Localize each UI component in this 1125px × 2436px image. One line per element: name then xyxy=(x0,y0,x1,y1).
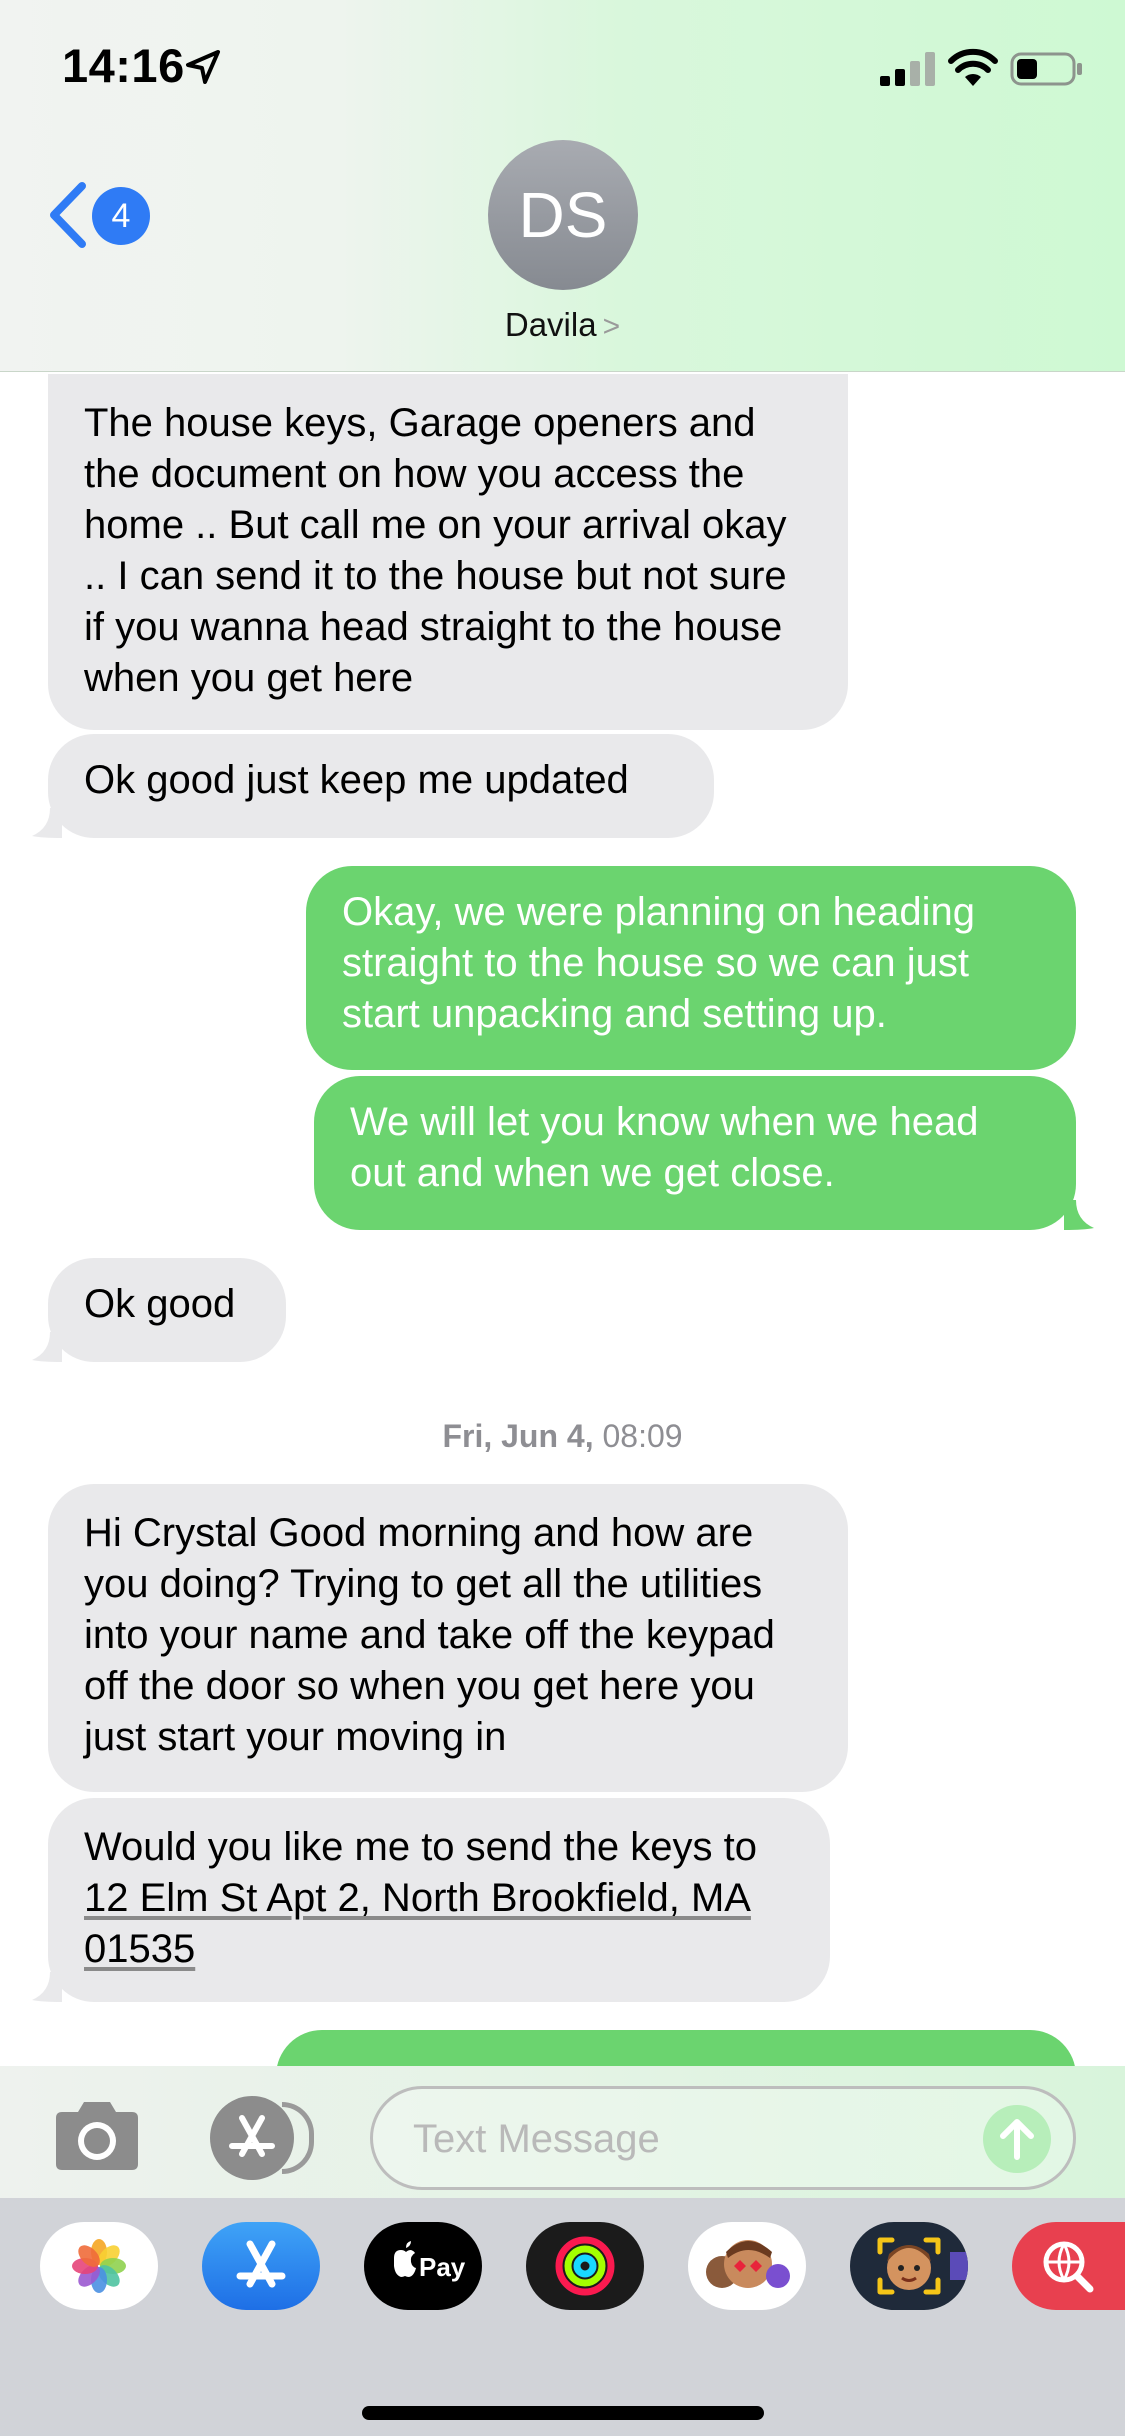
contact-name-button[interactable]: Davila > xyxy=(0,306,1125,344)
contact-name-label: Davila xyxy=(504,306,597,343)
location-arrow-icon xyxy=(186,50,220,84)
message-text: We will let you know when we head out an… xyxy=(350,1100,979,1195)
message-bubble-sent[interactable]: Okay, we were planning on heading straig… xyxy=(306,866,1076,1070)
photos-flower-icon xyxy=(72,2239,126,2293)
conversation-header: 14:16 4 DS Davila > xyxy=(0,0,1125,372)
bubble-tail xyxy=(32,1972,62,2002)
imessage-app-drawer: Pay xyxy=(0,2198,1125,2436)
timestamp-time: 08:09 xyxy=(602,1418,683,1454)
svg-text:Pay: Pay xyxy=(419,2252,466,2282)
address-link[interactable]: 12 Elm St Apt 2, North Brookfield, MA 01… xyxy=(84,1876,751,1971)
battery-icon xyxy=(1010,52,1082,86)
message-text-field[interactable] xyxy=(370,2086,1076,2190)
camera-icon[interactable] xyxy=(48,2098,146,2174)
message-bubble-received[interactable]: Ok good just keep me updated xyxy=(48,734,714,838)
bubble-tail xyxy=(32,808,62,838)
app-store-icon[interactable] xyxy=(202,2222,320,2310)
message-bubble-received[interactable]: The house keys, Garage openers and the d… xyxy=(48,374,848,730)
message-text: Ok good xyxy=(84,1282,236,1326)
memoji-faces-icon xyxy=(706,2240,790,2288)
conversation-timestamp: Fri, Jun 4, 08:09 xyxy=(0,1418,1125,1455)
message-bubble-received[interactable]: Hi Crystal Good morning and how are you … xyxy=(48,1484,848,1792)
message-text: The house keys, Garage openers and the d… xyxy=(84,401,787,700)
memoji-icon[interactable] xyxy=(850,2222,968,2310)
chevron-right-icon: > xyxy=(602,310,621,343)
message-text: Ok good just keep me updated xyxy=(84,758,629,802)
message-text: Hi Crystal Good morning and how are you … xyxy=(84,1511,775,1759)
message-input-bar xyxy=(0,2066,1125,2198)
message-bubble-received[interactable]: Ok good xyxy=(48,1258,286,1362)
message-input[interactable] xyxy=(413,2111,973,2167)
globe-search-icon xyxy=(1043,2241,1094,2293)
home-indicator[interactable] xyxy=(362,2406,764,2420)
status-time: 14:16 xyxy=(62,39,185,92)
activity-icon[interactable] xyxy=(526,2222,644,2310)
bubble-tail xyxy=(32,1332,62,1362)
unread-count-badge[interactable]: 4 xyxy=(92,187,150,245)
apple-pay-icon[interactable]: Pay xyxy=(364,2222,482,2310)
app-store-a-icon xyxy=(236,2240,286,2288)
memoji-stickers-icon[interactable] xyxy=(688,2222,806,2310)
cellular-signal-icon xyxy=(880,52,935,86)
bubble-tail xyxy=(1064,1200,1094,1230)
wifi-icon xyxy=(948,48,998,86)
photos-app-icon[interactable] xyxy=(40,2222,158,2310)
apple-pay-logo-icon: Pay xyxy=(394,2241,466,2282)
timestamp-day: Fri, Jun 4, xyxy=(442,1418,594,1454)
arrow-up-icon xyxy=(1000,2119,1034,2160)
message-bubble-received[interactable]: Would you like me to send the keys to 12… xyxy=(48,1798,830,2002)
message-bubble-sent[interactable]: We will let you know when we head out an… xyxy=(314,1076,1076,1230)
message-text: Would you like me to send the keys to xyxy=(84,1825,757,1869)
activity-rings-icon xyxy=(555,2236,615,2296)
memoji-face-icon xyxy=(877,2237,968,2295)
contact-avatar[interactable]: DS xyxy=(488,140,638,290)
app-button-shadow xyxy=(282,2102,314,2174)
back-chevron-icon[interactable] xyxy=(46,180,90,250)
search-images-icon[interactable] xyxy=(1012,2222,1125,2310)
send-button[interactable] xyxy=(983,2105,1051,2173)
message-text: Okay, we were planning on heading straig… xyxy=(342,890,976,1036)
